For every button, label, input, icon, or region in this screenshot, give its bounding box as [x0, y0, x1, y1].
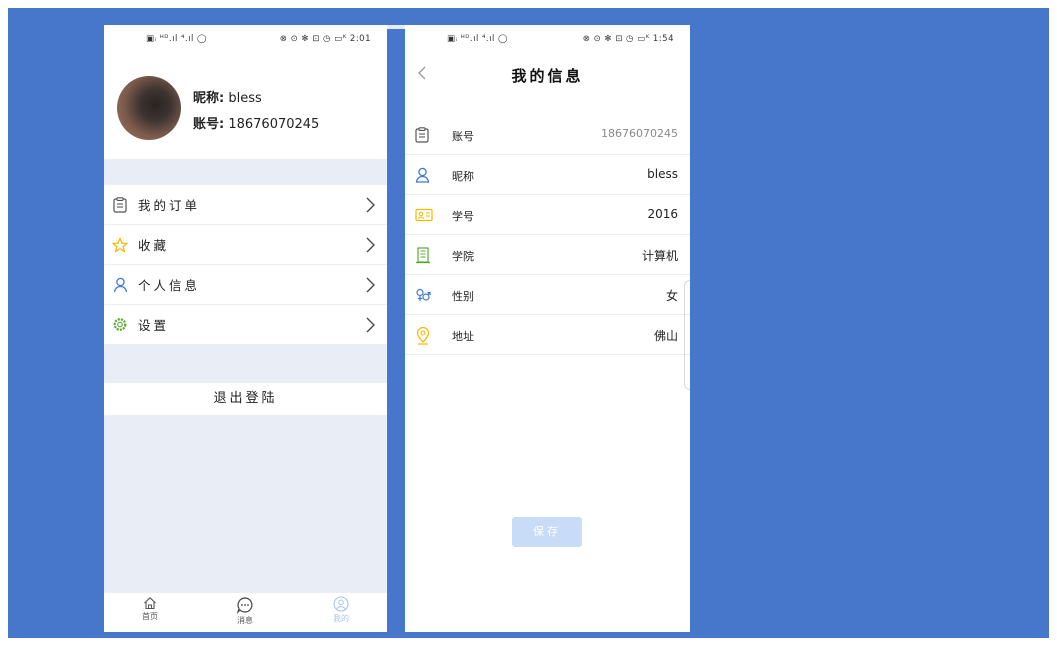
tab-mine[interactable]: 我的	[316, 596, 366, 624]
info-list: 账号 18676070245 昵称 bless 学号 2016 学院 计算机 性…	[405, 115, 690, 355]
info-row-gender[interactable]: 性别 女	[405, 275, 690, 315]
home-icon	[144, 597, 156, 610]
info-key: 账号	[452, 130, 474, 143]
account-label: 账号:	[193, 117, 225, 132]
chevron-right-icon	[365, 317, 375, 337]
menu-item-personal-info[interactable]: 个人信息	[104, 265, 387, 305]
info-value: 佛山	[653, 329, 678, 343]
info-row-college[interactable]: 学院 计算机	[405, 235, 690, 275]
location-icon	[415, 326, 431, 345]
profile-screen: ▣ᵢ ᴴᴰ.ıl ⁴.ıl ◯ ⊗ ⊙ ✻ ⊡ ◷ ▭ᴷ 2:01 昵称: bl…	[104, 25, 387, 632]
menu-item-label: 设置	[138, 318, 170, 333]
status-left: ▣ᵢ ᴴᴰ.ıl ⁴.ıl ◯	[146, 34, 208, 44]
logout-button[interactable]: 退出登陆	[104, 383, 387, 415]
gender-icon	[415, 287, 431, 303]
profile-icon	[333, 596, 349, 612]
page-title: 我的信息	[511, 67, 584, 85]
info-key: 昵称	[452, 170, 474, 183]
info-value: bless	[647, 167, 678, 181]
account-value: 18676070245	[228, 117, 320, 132]
info-value: 2016	[647, 207, 678, 221]
info-key: 学院	[452, 250, 474, 263]
my-info-screen: ▣ᵢ ᴴᴰ.ıl ⁴.ıl ◯ ⊗ ⊙ ✻ ⊡ ◷ ▭ᴷ 1:54 我的信息 账…	[405, 25, 690, 632]
star-icon	[112, 237, 128, 253]
save-button[interactable]: 保存	[512, 517, 582, 547]
info-key: 地址	[452, 330, 474, 343]
tab-home[interactable]: 首页	[125, 596, 175, 622]
menu-item-label: 收藏	[138, 238, 170, 253]
account-line: 账号: 18676070245	[193, 113, 319, 132]
clipboard-icon	[415, 127, 431, 143]
tab-label: 我的	[333, 614, 349, 623]
tab-label: 首页	[142, 612, 158, 621]
menu-item-label: 个人信息	[138, 278, 201, 293]
empty-area	[104, 415, 387, 593]
person-icon	[112, 277, 128, 293]
status-bar: ▣ᵢ ᴴᴰ.ıl ⁴.ıl ◯ ⊗ ⊙ ✻ ⊡ ◷ ▭ᴷ 1:54	[405, 25, 690, 55]
nickname-line: 昵称: bless	[193, 87, 262, 106]
chevron-right-icon	[365, 237, 375, 257]
gear-icon	[112, 317, 128, 333]
clipboard-icon	[112, 196, 128, 213]
section-divider	[104, 159, 387, 185]
info-row-account[interactable]: 账号 18676070245	[405, 115, 690, 155]
status-right: ⊗ ⊙ ✻ ⊡ ◷ ▭ᴷ 2:01	[279, 34, 371, 44]
info-row-student-id[interactable]: 学号 2016	[405, 195, 690, 235]
tab-messages[interactable]: 消息	[220, 596, 270, 626]
scrollbar[interactable]	[684, 280, 690, 390]
tab-bar: 首页 消息 我的	[104, 592, 387, 632]
info-value: 计算机	[641, 249, 678, 263]
info-key: 学号	[452, 210, 474, 223]
nickname-label: 昵称:	[193, 91, 225, 106]
status-left: ▣ᵢ ᴴᴰ.ıl ⁴.ıl ◯	[447, 34, 509, 44]
avatar[interactable]	[117, 76, 181, 140]
tab-label: 消息	[237, 616, 253, 625]
info-key: 性别	[452, 290, 474, 303]
message-icon	[236, 597, 253, 614]
chevron-right-icon	[365, 277, 375, 297]
status-right: ⊗ ⊙ ✻ ⊡ ◷ ▭ᴷ 1:54	[582, 34, 674, 44]
chevron-right-icon	[365, 197, 375, 217]
status-bar: ▣ᵢ ᴴᴰ.ıl ⁴.ıl ◯ ⊗ ⊙ ✻ ⊡ ◷ ▭ᴷ 2:01	[104, 25, 387, 55]
menu-item-settings[interactable]: 设置	[104, 305, 387, 345]
building-icon	[415, 247, 431, 264]
info-row-address[interactable]: 地址 佛山	[405, 315, 690, 355]
section-divider	[104, 345, 387, 383]
menu-item-label: 我的订单	[138, 198, 201, 213]
menu-item-favorites[interactable]: 收藏	[104, 225, 387, 265]
screen-divider	[387, 25, 405, 29]
info-row-nickname[interactable]: 昵称 bless	[405, 155, 690, 195]
menu-item-orders[interactable]: 我的订单	[104, 185, 387, 225]
nav-bar: 我的信息	[405, 55, 690, 97]
id-card-icon	[415, 207, 433, 223]
person-icon	[415, 167, 431, 183]
nickname-value: bless	[228, 91, 262, 106]
info-value: 女	[665, 289, 678, 303]
profile-header: 昵称: bless 账号: 18676070245	[104, 55, 387, 159]
info-value: 18676070245	[601, 127, 678, 140]
